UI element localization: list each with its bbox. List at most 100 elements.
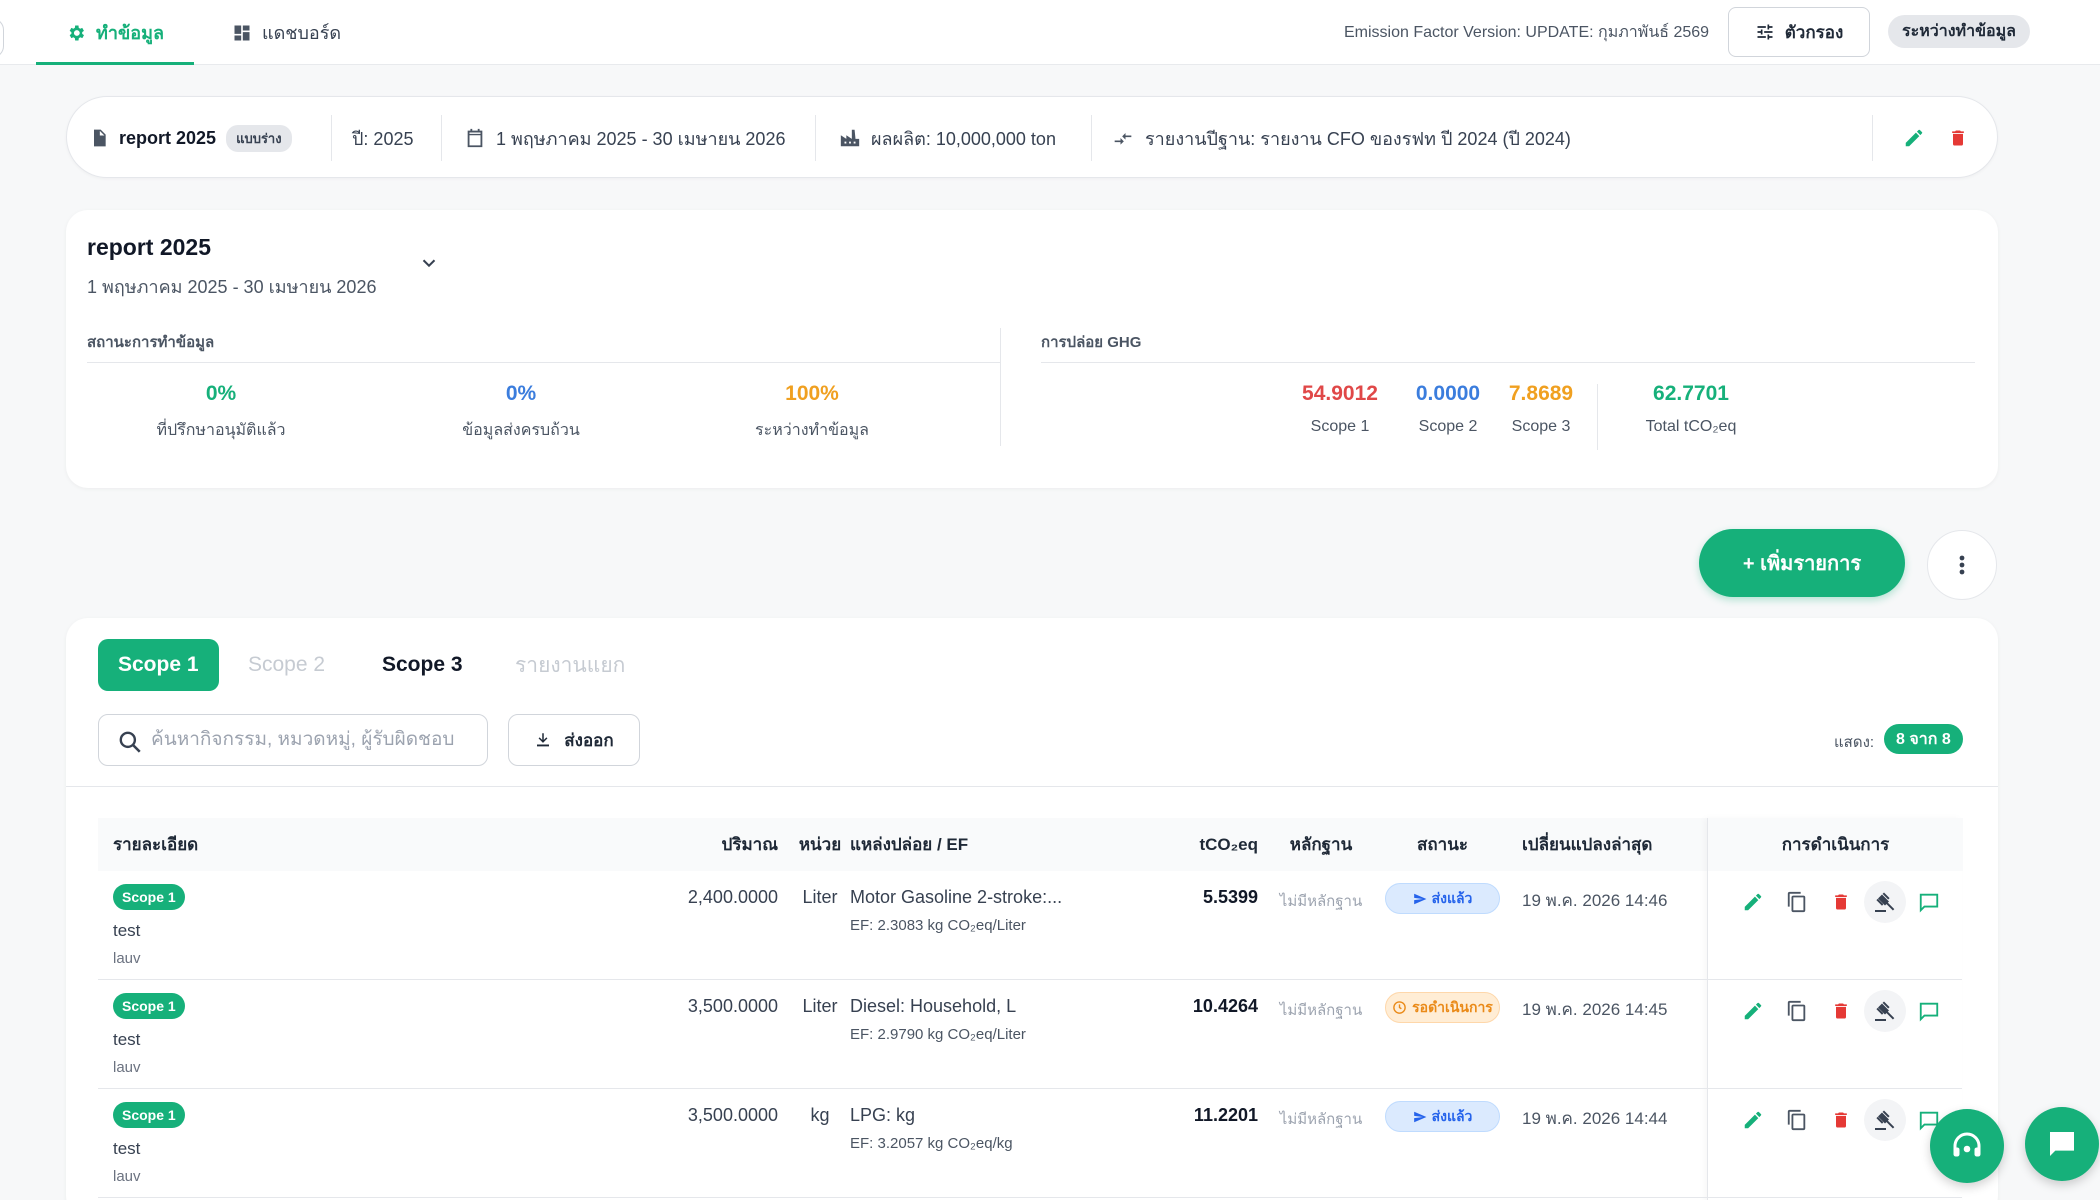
divider [331, 115, 332, 161]
table-row[interactable]: Scope 1 test lauv 2,400.0000 Liter Motor… [98, 871, 1962, 980]
dashboard-icon [234, 25, 250, 40]
chevron-down-icon [422, 259, 436, 268]
row-actions [1723, 1099, 1963, 1143]
row-actions [1723, 990, 1963, 1034]
activity-name: test [113, 921, 141, 940]
sidebar-toggle[interactable] [0, 18, 4, 58]
status-text: ส่งแล้ว [1431, 889, 1473, 906]
send-icon [1413, 1111, 1426, 1122]
stat-value: 0% [205, 382, 237, 405]
ef-cell: EF: 2.3083 kg CO₂eq/Liter [850, 917, 1026, 934]
add-item-button[interactable]: + เพิ่มรายการ [1699, 529, 1905, 597]
activity-owner: lauv [113, 1168, 141, 1185]
approve-button[interactable] [1864, 881, 1906, 923]
delete-button[interactable] [1820, 1099, 1862, 1141]
header-status: สถานะ [1417, 835, 1468, 854]
delete-button[interactable] [1820, 990, 1862, 1032]
edit-button[interactable] [1732, 881, 1774, 923]
unit-cell: Liter [802, 996, 838, 1016]
comment-icon [1919, 1002, 1939, 1022]
tab-separate-report[interactable]: รายงานแยก [515, 639, 625, 691]
filter-button[interactable]: ตัวกรอง [1728, 7, 1870, 57]
copy-icon [1787, 891, 1806, 913]
tab-scope2[interactable]: Scope 2 [248, 639, 325, 691]
clock-icon [1393, 1001, 1406, 1014]
status-badge: ระหว่างทำข้อมูล [1888, 15, 2030, 48]
stat-complete: 0% ข้อมูลส่งครบถ้วน [441, 382, 601, 443]
tab-scope3[interactable]: Scope 3 [382, 639, 463, 691]
trash-icon [1952, 130, 1964, 146]
baseline-text: รายงานปีฐาน: รายงาน CFO ของรฟท ปี 2024 (… [1145, 128, 1571, 149]
quantity-cell: 2,400.0000 [687, 887, 778, 907]
edit-button[interactable] [1732, 990, 1774, 1032]
divider [66, 786, 1998, 787]
support-button[interactable] [1930, 1109, 2004, 1183]
search-input[interactable] [151, 729, 471, 751]
status-badge: รอดำเนินการ [1385, 992, 1500, 1023]
delete-report-button[interactable] [1937, 117, 1979, 159]
tco2-cell: 10.4264 [1192, 996, 1258, 1016]
copy-button[interactable] [1776, 1099, 1818, 1141]
trash-icon [1835, 1003, 1847, 1019]
approve-button[interactable] [1864, 1099, 1906, 1141]
copy-button[interactable] [1776, 881, 1818, 923]
trash-icon [1835, 1112, 1847, 1128]
approve-button[interactable] [1864, 990, 1906, 1032]
chat-icon [2050, 1132, 2074, 1156]
row-actions [1723, 881, 1963, 925]
expand-report-button[interactable] [418, 252, 440, 279]
stat-label: Scope 1 [1310, 418, 1370, 435]
stat-scope3: 7.8689 Scope 3 [1486, 382, 1596, 436]
stat-total: 62.7701 Total tCO₂eq [1616, 382, 1766, 436]
copy-icon [1787, 1000, 1806, 1022]
activity-name: test [113, 1139, 141, 1158]
divider [1597, 384, 1598, 450]
gear-icon [69, 25, 84, 40]
table-row[interactable]: Scope 1 test lauv 3,500.0000 kg LPG: kg … [98, 1089, 1962, 1198]
gavel-icon [1875, 892, 1895, 912]
draft-badge: แบบร่าง [226, 124, 292, 152]
table-row[interactable]: Scope 1 test lauv 3,500.0000 Liter Diese… [98, 980, 1962, 1089]
more-options-button[interactable] [1927, 530, 1997, 600]
stat-label: ที่ปรึกษาอนุมัติแล้ว [156, 422, 286, 439]
header-source: แหล่งปล่อย / EF [850, 835, 969, 854]
divider [87, 362, 1001, 363]
unit-cell: kg [810, 1105, 830, 1125]
production-text: ผลผลิต: 10,000,000 ton [871, 128, 1056, 149]
trash-icon [1835, 894, 1847, 910]
pencil-icon [1905, 129, 1923, 147]
unit-cell: Liter [802, 887, 838, 907]
updated-cell: 19 พ.ค. 2026 14:45 [1522, 1000, 1668, 1019]
document-icon [94, 129, 106, 147]
edit-report-button[interactable] [1893, 117, 1935, 159]
year-item: ปี: 2025 [352, 128, 414, 149]
tab-data-entry[interactable]: ทำข้อมูล [36, 0, 194, 65]
tab-dashboard[interactable]: แดชบอร์ด [232, 0, 341, 65]
activity-table-card: Scope 1 Scope 2 Scope 3 รายงานแยก ส่งออก… [66, 618, 1998, 1200]
edit-button[interactable] [1732, 1099, 1774, 1141]
production-item: ผลผลิต: 10,000,000 ton [839, 97, 1056, 179]
divider [1041, 362, 1975, 363]
filter-label: ตัวกรอง [1784, 22, 1844, 42]
stat-label: ข้อมูลส่งครบถ้วน [462, 422, 580, 439]
stat-approved: 0% ที่ปรึกษาอนุมัติแล้ว [141, 382, 301, 443]
updated-cell: 19 พ.ค. 2026 14:44 [1522, 1109, 1668, 1128]
ef-cell: EF: 3.2057 kg CO₂eq/kg [850, 1135, 1013, 1152]
report-title: report 2025 [87, 234, 212, 260]
tab-scope1[interactable]: Scope 1 [98, 639, 219, 691]
copy-button[interactable] [1776, 990, 1818, 1032]
export-button[interactable]: ส่งออก [508, 714, 640, 766]
delete-button[interactable] [1820, 881, 1862, 923]
report-name-item: report 2025 แบบร่าง [89, 97, 292, 179]
search-box [98, 714, 488, 766]
comment-button[interactable] [1908, 881, 1950, 923]
chat-button[interactable] [2025, 1107, 2099, 1181]
comment-button[interactable] [1908, 990, 1950, 1032]
header-actions: การดำเนินการ [1708, 818, 1963, 871]
evidence-cell: ไม่มีหลักฐาน [1279, 1111, 1363, 1128]
stat-value: 100% [785, 382, 839, 405]
table-header: รายละเอียด ปริมาณ หน่วย แหล่งปล่อย / EF … [98, 818, 1962, 871]
stat-in-progress: 100% ระหว่างทำข้อมูล [732, 382, 892, 443]
export-label: ส่งออก [564, 730, 614, 750]
search-icon [119, 731, 141, 753]
